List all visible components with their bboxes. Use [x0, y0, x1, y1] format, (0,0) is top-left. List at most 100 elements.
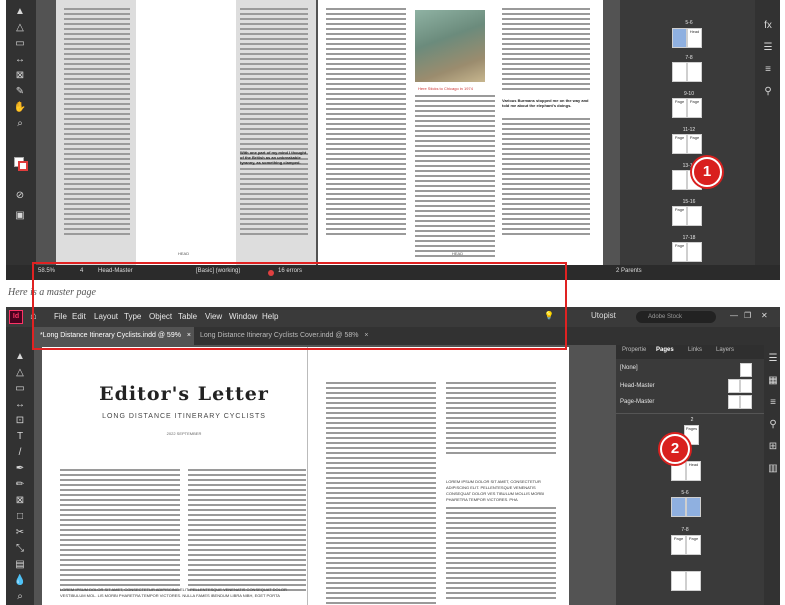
minimize-icon[interactable]: — — [730, 311, 738, 320]
page-thumbnail[interactable] — [672, 62, 687, 82]
text-column — [188, 469, 306, 594]
apply-none-icon[interactable]: ⊘ — [13, 190, 27, 202]
text-column — [326, 382, 436, 605]
master-head[interactable]: Head-Master — [620, 383, 655, 389]
page-thumbnail[interactable] — [687, 62, 702, 82]
page-thumbnail[interactable]: Page — [672, 98, 687, 118]
zoom-tool-icon[interactable]: ⌕ — [13, 591, 27, 603]
direct-selection-tool-icon[interactable]: △ — [13, 367, 27, 379]
page-thumbnail[interactable]: Page — [672, 134, 687, 154]
content-collector-icon[interactable]: ⊡ — [13, 415, 27, 427]
rectangle-frame-tool-icon[interactable]: ⊠ — [13, 70, 27, 82]
page-thumbnail-selected[interactable] — [686, 497, 701, 517]
spread-number: 5-6 — [685, 20, 693, 26]
page-thumbnail[interactable]: Head — [687, 28, 702, 48]
master-thumbnail[interactable] — [740, 363, 752, 377]
pages-panel: Propertie Pages Links Layers [None] Head… — [616, 345, 764, 605]
text-column — [446, 382, 556, 457]
page-thumbnail[interactable]: Page — [672, 242, 687, 262]
rectangle-tool-icon[interactable]: □ — [13, 511, 27, 523]
page-thumbnail[interactable] — [672, 28, 687, 48]
pages-panel: 5-6 Head 7-8 9-10 Page Page 11-12 Page P… — [620, 0, 755, 265]
page-tool-icon[interactable]: ▭ — [13, 38, 27, 50]
page-thumbnail[interactable] — [671, 461, 686, 481]
tab-links[interactable]: Links — [688, 347, 702, 353]
editor-letter-subtitle: LONG DISTANCE ITINERARY CYCLISTS — [102, 413, 266, 420]
workspace-switcher[interactable]: Utopist — [591, 311, 616, 320]
spread-number: 7-8 — [685, 55, 693, 61]
master-none[interactable]: [None] — [620, 365, 638, 371]
swatches-icon[interactable]: ▥ — [766, 463, 780, 475]
pages-icon[interactable]: ▦ — [766, 375, 780, 387]
line-tool-icon[interactable]: / — [13, 447, 27, 459]
page-tool-icon[interactable]: ▭ — [13, 383, 27, 395]
note-tool-icon[interactable]: ✎ — [13, 86, 27, 98]
motorcycle-photo[interactable] — [415, 10, 485, 82]
text-area-blank — [136, 0, 236, 265]
highlight-box — [32, 262, 567, 350]
spread-number: 2 — [690, 417, 694, 423]
tab-properties[interactable]: Propertie — [622, 347, 646, 353]
direct-selection-tool-icon[interactable]: △ — [13, 22, 27, 34]
eyedropper-tool-icon[interactable]: 💧 — [13, 575, 27, 587]
type-tool-icon[interactable]: T — [13, 431, 27, 443]
page-thumbnail[interactable]: Page — [672, 206, 687, 226]
free-transform-tool-icon[interactable]: ⤡ — [13, 543, 27, 555]
page-thumbnail[interactable] — [672, 170, 687, 190]
page-thumbnail[interactable] — [687, 242, 702, 262]
scissors-tool-icon[interactable]: ✂ — [13, 527, 27, 539]
page-thumbnail[interactable]: Page — [671, 535, 686, 555]
panel-divider — [616, 413, 764, 414]
page-thumbnail[interactable]: Page — [686, 535, 701, 555]
layers-icon[interactable]: ≡ — [766, 397, 780, 409]
indesign-screenshot-editor-letter: Id ⌂ File Edit Layout Type Object Table … — [6, 307, 780, 605]
panel-icon-strip: fx ☰ ≡ ⚲ — [755, 0, 780, 265]
restore-icon[interactable]: ❐ — [744, 311, 751, 320]
editor-letter-date: 2022 SEPTEMBER — [166, 431, 202, 436]
master-page[interactable]: Page-Master — [620, 399, 654, 405]
page-heading-right: HEAD — [452, 251, 464, 256]
page-thumbnail[interactable] — [687, 206, 702, 226]
adobe-stock-search[interactable]: Adobe Stock — [636, 311, 716, 323]
rectangle-frame-tool-icon[interactable]: ⊠ — [13, 495, 27, 507]
close-icon[interactable]: ✕ — [761, 311, 768, 320]
layers-icon[interactable]: ≡ — [761, 64, 775, 76]
links-icon[interactable]: ⚲ — [766, 419, 780, 431]
pencil-tool-icon[interactable]: ✏ — [13, 479, 27, 491]
tab-pages[interactable]: Pages — [656, 347, 674, 353]
fx-icon[interactable]: fx — [761, 20, 775, 32]
page-thumbnail[interactable]: Page — [687, 98, 702, 118]
text-column — [60, 469, 180, 594]
links-icon[interactable]: ⚲ — [761, 86, 775, 98]
master-thumbnail[interactable] — [740, 395, 752, 409]
left-page: With one part of my mind I thought of th… — [56, 0, 316, 265]
selection-tool-icon[interactable]: ▲ — [13, 351, 27, 363]
gradient-tool-icon[interactable]: ▤ — [13, 559, 27, 571]
master-thumbnail[interactable] — [728, 379, 740, 393]
hand-tool-icon[interactable]: ✋ — [13, 102, 27, 114]
indesign-logo: Id — [9, 310, 23, 324]
page-heading-left: HEAD — [178, 251, 190, 256]
tools-panel: ▲ △ ▭ ↔ ⊠ ✎ ✋ ⌕ ⊘ ▣ — [6, 0, 36, 265]
master-thumbnail[interactable] — [740, 379, 752, 393]
zoom-tool-icon[interactable]: ⌕ — [13, 118, 27, 130]
page-thumbnail[interactable] — [686, 571, 701, 591]
stroke-swatch[interactable] — [18, 161, 28, 171]
lorem-caps-left: LOREM IPSUM DOLOR SIT AMET, CONSECTETUR … — [60, 587, 287, 598]
screen-mode-icon[interactable]: ▣ — [13, 210, 27, 222]
page-thumbnail-selected[interactable] — [671, 497, 686, 517]
pen-tool-icon[interactable]: ✒ — [13, 463, 27, 475]
master-thumbnail[interactable] — [728, 395, 740, 409]
text-column — [502, 118, 590, 238]
gap-tool-icon[interactable]: ↔ — [13, 399, 27, 411]
bold-lead-left: With one part of my mind I thought of th… — [240, 150, 307, 165]
selection-tool-icon[interactable]: ▲ — [13, 6, 27, 18]
properties-icon[interactable]: ☰ — [766, 353, 780, 365]
page-thumbnail[interactable]: Page — [687, 134, 702, 154]
gap-tool-icon[interactable]: ↔ — [13, 54, 27, 66]
cc-libraries-icon[interactable]: ⊞ — [766, 441, 780, 453]
page-thumbnail[interactable] — [671, 571, 686, 591]
pages-icon[interactable]: ☰ — [761, 42, 775, 54]
page-thumbnail[interactable]: Head — [686, 461, 701, 481]
tab-layers[interactable]: Layers — [716, 347, 734, 353]
